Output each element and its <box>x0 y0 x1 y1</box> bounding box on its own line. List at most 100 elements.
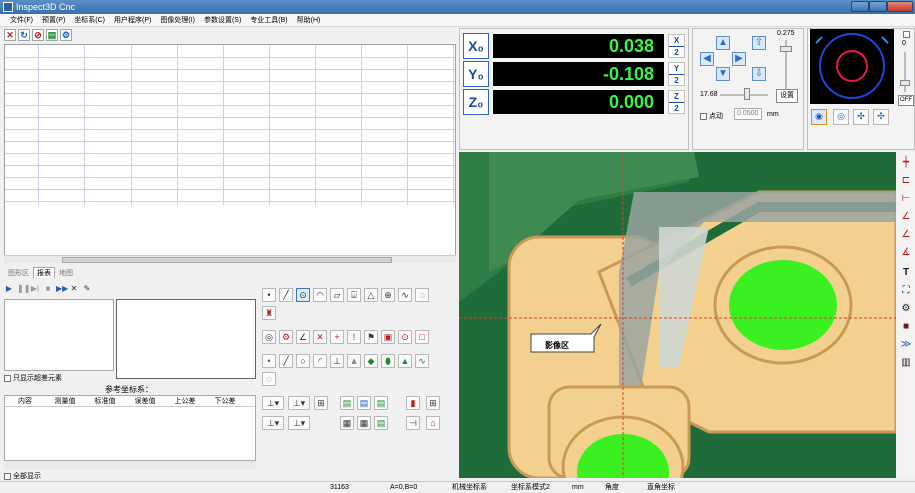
color-bars-icon[interactable]: ▮ <box>406 396 420 410</box>
menu-pro-tools[interactable]: 专业工具(B) <box>250 14 287 26</box>
z-axis-button[interactable]: Z₀ <box>463 89 489 115</box>
grid-select-icon[interactable]: ⊞ <box>426 396 440 410</box>
show-all-row[interactable]: 全部显示 <box>4 471 41 481</box>
refresh-icon[interactable]: ↻ <box>18 29 30 41</box>
home-icon[interactable]: ⌂ <box>426 416 440 430</box>
grid-horizontal-scrollbar[interactable] <box>4 255 456 263</box>
angle-third-icon[interactable]: ∡ <box>899 246 913 260</box>
navigator-slider-thumb[interactable] <box>900 80 910 86</box>
navigator-view[interactable] <box>810 29 894 104</box>
edge-icon[interactable]: ≫ <box>899 338 913 352</box>
speed-slider[interactable] <box>780 40 792 90</box>
box-icon[interactable]: □ <box>415 330 429 344</box>
speed-slider-thumb[interactable] <box>780 46 792 52</box>
sphere-icon[interactable]: ⊕ <box>381 288 395 302</box>
light-ring-icon[interactable]: ◉ <box>811 109 827 125</box>
cross-icon[interactable]: + <box>330 330 344 344</box>
step-input[interactable]: 0.0500 <box>734 108 762 120</box>
distance-icon[interactable]: ⊥ <box>330 354 344 368</box>
coord-translate-icon[interactable]: ⊥▾ <box>288 396 310 410</box>
pause-icon[interactable]: ❚❚ <box>17 283 30 294</box>
tab-graphics[interactable]: 图形区 <box>4 267 33 278</box>
image-view[interactable]: 影像区 <box>459 152 896 478</box>
angle-icon[interactable]: ∠ <box>296 330 310 344</box>
flag-icon[interactable]: ⚑ <box>364 330 378 344</box>
green-cone-icon[interactable]: ▲ <box>398 354 412 368</box>
span-icon[interactable]: ⊢ <box>899 192 913 206</box>
cone-icon[interactable]: △ <box>364 288 378 302</box>
tools-icon[interactable]: ✕ <box>69 283 79 294</box>
origin-icon[interactable]: ⊣ <box>406 416 420 430</box>
arrow-down-icon[interactable]: ▼ <box>716 67 730 81</box>
navigator-slider[interactable] <box>904 52 906 92</box>
fast-forward-icon[interactable]: ▶▶ <box>56 283 68 294</box>
stop-icon[interactable]: ⊘ <box>32 29 44 41</box>
green-point-icon[interactable]: • <box>262 354 276 368</box>
point-move-row[interactable]: 点动 <box>700 111 723 121</box>
green-arc-icon[interactable]: ◜ <box>313 354 327 368</box>
menu-coordinate[interactable]: 坐标系(C) <box>74 14 105 26</box>
off-button[interactable]: OFF <box>898 95 914 106</box>
frame-icon[interactable]: ▣ <box>381 330 395 344</box>
angle-alt-icon[interactable]: ∠ <box>899 228 913 242</box>
menu-help[interactable]: 帮助(H) <box>297 14 321 26</box>
set-button[interactable]: 设置 <box>776 89 798 103</box>
arrow-right-icon[interactable]: ▶ <box>732 52 746 66</box>
probe-icon[interactable]: ♜ <box>262 306 276 320</box>
navigator-checkbox[interactable] <box>903 31 910 38</box>
scrollbar-thumb[interactable] <box>62 257 392 263</box>
play-icon[interactable]: ▶ <box>4 283 14 294</box>
arc-icon[interactable]: ◠ <box>313 288 327 302</box>
green-line-icon[interactable]: ╱ <box>279 354 293 368</box>
curve-icon[interactable]: ∿ <box>398 288 412 302</box>
excel-export-icon[interactable]: ▤ <box>374 416 388 430</box>
gear-icon[interactable]: ⚙ <box>279 330 293 344</box>
barcode-icon[interactable]: ▥ <box>899 356 913 370</box>
record-icon[interactable]: ■ <box>899 320 913 334</box>
coord-rotate-icon[interactable]: ⊥▾ <box>262 416 284 430</box>
only-exceed-checkbox[interactable] <box>4 374 11 382</box>
intersect-icon[interactable]: ✕ <box>313 330 327 344</box>
light-segment-icon[interactable]: ✣ <box>853 109 869 125</box>
menu-user-program[interactable]: 用户程序(P) <box>114 14 151 26</box>
green-cylinder-icon[interactable]: ⬮ <box>381 354 395 368</box>
line-icon[interactable]: ╱ <box>279 288 293 302</box>
report-icon[interactable]: ▦ <box>357 416 371 430</box>
maximize-button[interactable] <box>869 1 887 12</box>
reference-table-scrollbar[interactable] <box>4 461 256 469</box>
arrow-left-icon[interactable]: ◀ <box>700 52 714 66</box>
angle-measure-icon[interactable]: ∠ <box>899 210 913 224</box>
green-angle-icon[interactable]: ⩓ <box>347 354 361 368</box>
x-axis-button[interactable]: X₀ <box>463 33 489 59</box>
fit-icon[interactable]: ⛶ <box>899 284 913 298</box>
plane-icon[interactable]: ▱ <box>330 288 344 302</box>
coord-3d-icon[interactable]: ⊥▾ <box>288 416 310 430</box>
arrow-up-icon[interactable]: ▲ <box>716 36 730 50</box>
point-icon[interactable]: • <box>262 288 276 302</box>
text-icon[interactable]: T <box>899 266 913 280</box>
green-curve-icon[interactable]: ∿ <box>415 354 429 368</box>
y-axis-button[interactable]: Y₀ <box>463 61 489 87</box>
crosshair-icon[interactable]: ┿ <box>899 156 913 170</box>
z-down-icon[interactable]: ⇩ <box>752 67 766 81</box>
circle-icon[interactable]: ⊙ <box>296 288 310 302</box>
point-move-checkbox[interactable] <box>700 112 707 120</box>
green-plane-icon[interactable]: ◆ <box>364 354 378 368</box>
ring-icon[interactable]: ◎ <box>262 330 276 344</box>
menu-file[interactable]: 文件(F) <box>10 14 33 26</box>
menu-parameter-settings[interactable]: 参数设置(S) <box>204 14 241 26</box>
word-icon[interactable]: ▤ <box>357 396 371 410</box>
export-excel-icon[interactable]: ▤ <box>46 29 58 41</box>
measurement-grid[interactable] <box>4 44 456 262</box>
only-exceed-row[interactable]: 只显示超差元素 <box>4 373 62 383</box>
excel-icon[interactable]: ▤ <box>340 396 354 410</box>
green-freeform-icon[interactable]: ◌ <box>262 372 276 386</box>
menu-preset[interactable]: 预置(P) <box>42 14 65 26</box>
tab-report[interactable]: 报表 <box>33 267 55 278</box>
cylinder-icon[interactable]: ⌸ <box>347 288 361 302</box>
target-icon[interactable]: ⊙ <box>398 330 412 344</box>
show-all-checkbox[interactable] <box>4 472 11 480</box>
tab-map[interactable]: 地图 <box>55 267 77 278</box>
print-icon[interactable]: ▦ <box>340 416 354 430</box>
stop-square-icon[interactable]: ■ <box>43 283 53 294</box>
